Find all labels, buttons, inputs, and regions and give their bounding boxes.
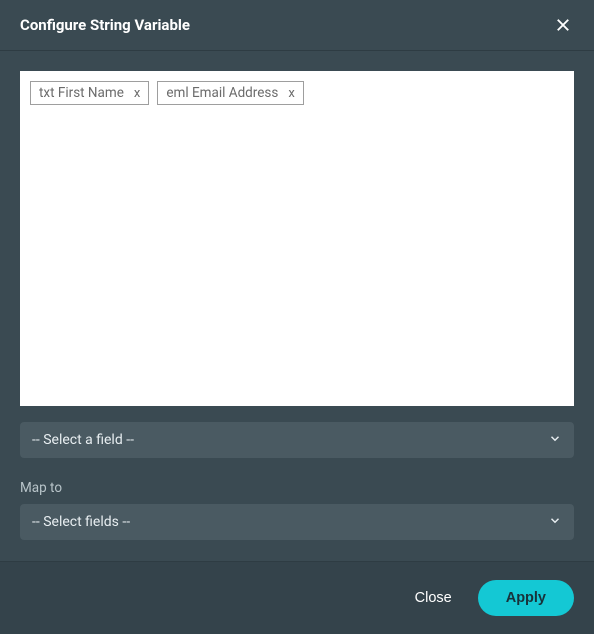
map-to-dropdown[interactable]: -- Select fields -- [20, 504, 574, 540]
field-chip[interactable]: txt First Name x [30, 81, 149, 105]
chip-list: txt First Name x eml Email Address x [30, 81, 564, 105]
chip-label: eml Email Address [166, 85, 278, 101]
variable-content-area[interactable]: txt First Name x eml Email Address x [20, 71, 574, 406]
modal-footer: Close Apply [0, 561, 594, 634]
chip-remove-icon[interactable]: x [134, 87, 140, 100]
modal-body: txt First Name x eml Email Address x -- … [0, 51, 594, 561]
apply-button[interactable]: Apply [478, 580, 574, 616]
modal-header: Configure String Variable [0, 0, 594, 51]
chip-remove-icon[interactable]: x [288, 87, 294, 100]
map-to-label: Map to [20, 480, 574, 496]
close-icon[interactable] [552, 14, 574, 36]
field-chip[interactable]: eml Email Address x [157, 81, 303, 105]
modal-title: Configure String Variable [20, 16, 190, 34]
close-button[interactable]: Close [415, 590, 452, 606]
select-field-dropdown[interactable]: -- Select a field -- [20, 422, 574, 458]
configure-string-variable-modal: Configure String Variable txt First Name… [0, 0, 594, 634]
chip-label: txt First Name [39, 85, 124, 101]
